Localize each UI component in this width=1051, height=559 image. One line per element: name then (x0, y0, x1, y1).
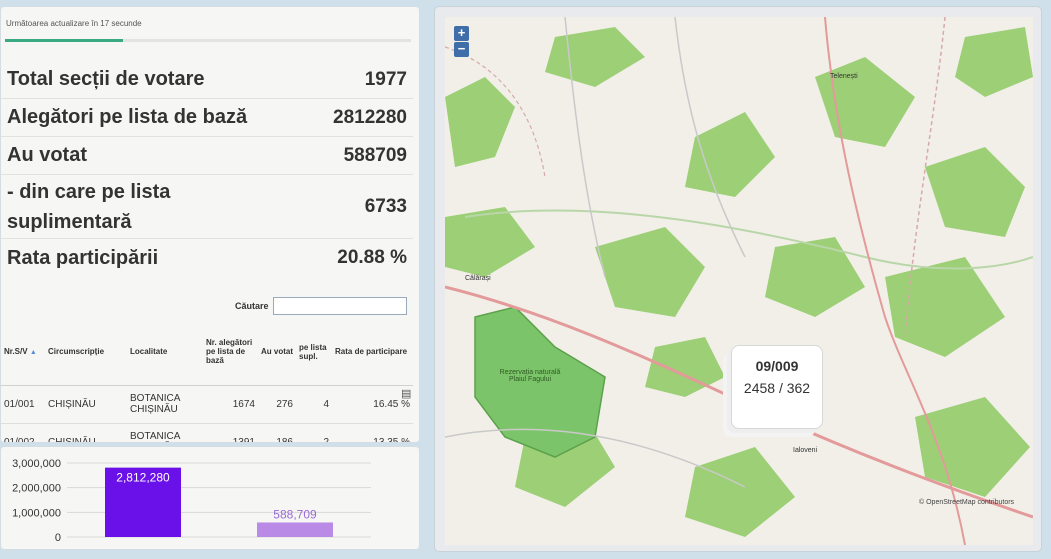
column-header-localitate[interactable]: Localitate (127, 319, 203, 386)
cell-alegatori: 1674 (203, 385, 258, 424)
countdown-text: Următoarea actualizare în 17 secunde (6, 19, 142, 28)
stat-label: Alegători pe lista de bază (7, 106, 248, 128)
map-panel[interactable]: + − Telenești Călărași Rezervația natura… (434, 6, 1042, 552)
polling-station-popup[interactable]: 09/009 2458 / 362 (731, 345, 823, 429)
stat-value: 6733 (364, 195, 407, 217)
cell-alegatori: 1391 (203, 423, 258, 442)
popup-station-values: 2458 / 362 (743, 380, 811, 396)
y-tick-label: 0 (55, 532, 61, 544)
cell-rata: 13.35 % (332, 423, 413, 442)
stats-summary: Total secții de votare 1977 Alegători pe… (1, 61, 413, 277)
stat-row: Au votat 588709 (1, 137, 413, 175)
cell-lista-supl: 4 (296, 385, 332, 424)
map-canvas[interactable] (445, 17, 1033, 545)
stat-value: 20.88 % (337, 247, 407, 268)
map-place-label: Călărași (465, 275, 491, 282)
search-label: Căutare (235, 301, 269, 311)
stat-label: Rata participării (7, 246, 159, 269)
stat-value: 2812280 (333, 106, 407, 128)
cell-au-votat: 186 (258, 423, 296, 442)
bar-value-label: 2,812,280 (116, 471, 170, 485)
zoom-in-button[interactable]: + (454, 26, 469, 41)
cell-localitate: BOTANICA CHIȘINĂU (127, 423, 203, 442)
column-header-circumscriptie[interactable]: Circumscripție (45, 319, 127, 386)
stat-row: Alegători pe lista de bază 2812280 (1, 99, 413, 137)
scrollbar-handle-icon[interactable]: ▤ (401, 387, 411, 400)
countdown-progress-bar (5, 39, 411, 42)
polling-stations-table: Nr.S/V ▲ Circumscripție Localitate Nr. a… (1, 319, 413, 442)
cell-localitate: BOTANICA CHIȘINĂU (127, 385, 203, 424)
column-header-nr[interactable]: Nr.S/V ▲ (1, 319, 45, 386)
table-row[interactable]: 01/001 CHIȘINĂU BOTANICA CHIȘINĂU 1674 2… (1, 385, 413, 424)
map-place-label: Rezervația naturală Plaiul Fagului (499, 369, 561, 383)
y-tick-label: 3,000,000 (12, 458, 61, 470)
cell-lista-supl: 2 (296, 423, 332, 442)
y-tick-label: 2,000,000 (12, 483, 61, 495)
sort-asc-icon: ▲ (29, 349, 37, 357)
stat-label: Au votat (7, 144, 87, 166)
statistics-panel: Următoarea actualizare în 17 secunde Tot… (0, 6, 420, 443)
column-header-au-votat[interactable]: Au votat (258, 319, 296, 386)
map-attribution[interactable]: © OpenStreetMap contributors (919, 499, 1014, 506)
countdown-progress-fill (5, 39, 123, 42)
table-header-row: Nr.S/V ▲ Circumscripție Localitate Nr. a… (1, 319, 413, 386)
popup-station-id: 09/009 (755, 358, 799, 374)
stat-value: 588709 (343, 144, 407, 166)
map-place-label: Telenești (830, 73, 858, 80)
column-header-lista-supl[interactable]: pe lista supl. (296, 319, 332, 386)
table-row[interactable]: 01/002 CHIȘINĂU BOTANICA CHIȘINĂU 1391 1… (1, 423, 413, 442)
cell-nr: 01/001 (1, 385, 45, 424)
stat-label: Total secții de votare (7, 68, 205, 90)
cell-nr: 01/002 (1, 423, 45, 442)
map-place-label: Ialoveni (793, 447, 818, 454)
stat-label: - din care pe lista suplimentară (7, 180, 171, 233)
cell-au-votat: 276 (258, 385, 296, 424)
zoom-out-button[interactable]: − (454, 42, 469, 57)
stat-row: Total secții de votare 1977 (1, 61, 413, 99)
bar (257, 522, 333, 537)
cell-circumscriptie: CHIȘINĂU (45, 423, 127, 442)
search-input[interactable] (272, 297, 407, 315)
bar-value-label: 588,709 (273, 507, 317, 521)
stat-row: - din care pe lista suplimentară 6733 (1, 175, 413, 239)
y-tick-label: 1,000,000 (12, 507, 61, 519)
table-search: Căutare (235, 297, 407, 315)
cell-circumscriptie: CHIȘINĂU (45, 385, 127, 424)
chart-canvas: 0 1,000,000 2,000,000 3,000,000 2,812,280 588… (12, 458, 371, 544)
column-header-rata[interactable]: Rata de participare (332, 319, 413, 386)
stat-row: Rata participării 20.88 % (1, 239, 413, 277)
stat-value: 1977 (364, 68, 407, 90)
column-header-alegatori[interactable]: Nr. alegători pe lista de bază (203, 319, 258, 386)
turnout-bar-chart: 0 1,000,000 2,000,000 3,000,000 2,812,280 588… (0, 446, 420, 550)
